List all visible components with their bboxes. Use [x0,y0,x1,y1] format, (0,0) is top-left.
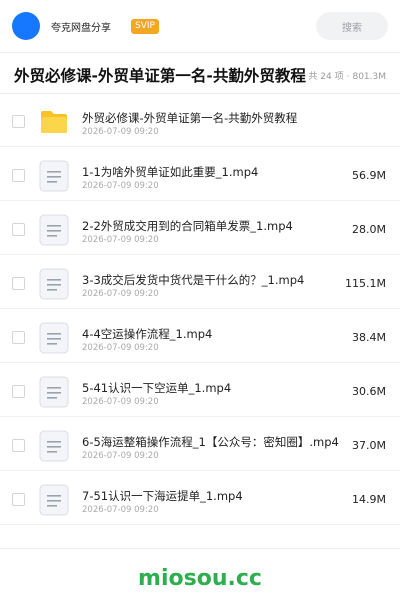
footer-divider [0,548,400,549]
file-icon [39,322,69,354]
file-icon [39,376,69,408]
select-checkbox[interactable] [12,385,25,398]
select-checkbox[interactable] [12,439,25,452]
select-checkbox[interactable] [12,493,25,506]
file-size: 56.9M [352,169,386,182]
page-title: 外贸必修课-外贸单证第一名-共勤外贸教程 [14,67,306,85]
share-page: 夸克网盘分享 SVIP 搜索 外贸必修课-外贸单证第一名-共勤外贸教程 共 24… [0,0,400,600]
folder-summary: 共 24 项 · 801.3M [308,69,386,82]
search-placeholder: 搜索 [342,22,362,34]
file-name: 5-41认识一下空运单_1.mp4 [82,381,232,395]
file-date: 2026-07-09 09:20 [82,451,159,461]
folder-icon [41,111,67,133]
file-list: 外贸必修课-外贸单证第一名-共勤外贸教程 2026-07-09 09:20 1-… [0,93,400,525]
file-size: 30.6M [352,385,386,398]
file-name: 4-4空运操作流程_1.mp4 [82,327,213,341]
file-icon [39,214,69,246]
file-date: 2026-07-09 09:20 [82,397,159,407]
top-header: 夸克网盘分享 SVIP 搜索 [0,0,400,52]
select-checkbox[interactable] [12,169,25,182]
summary-separator: · [346,71,350,82]
search-input[interactable]: 搜索 [316,12,388,40]
file-icon [39,484,69,516]
list-item-file[interactable]: 6-5海运整箱操作流程_1【公众号：密知圈】.mp4 2026-07-09 09… [0,417,400,471]
brand-name: 夸克网盘分享 [51,22,111,34]
file-size: 115.1M [345,277,386,290]
select-checkbox[interactable] [12,331,25,344]
watermark: miosou.cc [138,566,262,591]
user-avatar-icon[interactable] [12,12,40,40]
select-checkbox[interactable] [12,115,25,128]
file-date: 2026-07-09 09:20 [82,127,159,137]
total-size: 801.3M [352,71,386,82]
file-date: 2026-07-09 09:20 [82,235,159,245]
folder-title-bar: 外贸必修课-外贸单证第一名-共勤外贸教程 共 24 项 · 801.3M [0,57,400,93]
file-size: 14.9M [352,493,386,506]
file-date: 2026-07-09 09:20 [82,505,159,515]
file-name: 1-1为啥外贸单证如此重要_1.mp4 [82,165,259,179]
file-name: 外贸必修课-外贸单证第一名-共勤外贸教程 [82,111,298,125]
file-date: 2026-07-09 09:20 [82,289,159,299]
file-name: 6-5海运整箱操作流程_1【公众号：密知圈】.mp4 [82,435,339,449]
file-size: 37.0M [352,439,386,452]
item-count: 共 24 项 [308,71,344,82]
select-checkbox[interactable] [12,223,25,236]
file-name: 7-51认识一下海运提单_1.mp4 [82,489,243,503]
list-item-folder[interactable]: 外贸必修课-外贸单证第一名-共勤外贸教程 2026-07-09 09:20 [0,93,400,147]
file-name: 2-2外贸成交用到的合同箱单发票_1.mp4 [82,219,293,233]
select-checkbox[interactable] [12,277,25,290]
file-date: 2026-07-09 09:20 [82,181,159,191]
list-item-file[interactable]: 1-1为啥外贸单证如此重要_1.mp4 2026-07-09 09:20 56.… [0,147,400,201]
file-name: 3-3成交后发货中货代是干什么的？_1.mp4 [82,273,305,287]
header-divider [0,52,400,53]
file-icon [39,430,69,462]
list-item-file[interactable]: 2-2外贸成交用到的合同箱单发票_1.mp4 2026-07-09 09:20 … [0,201,400,255]
file-size: 38.4M [352,331,386,344]
list-item-file[interactable]: 5-41认识一下空运单_1.mp4 2026-07-09 09:20 30.6M [0,363,400,417]
file-icon [39,160,69,192]
file-date: 2026-07-09 09:20 [82,343,159,353]
list-item-file[interactable]: 4-4空运操作流程_1.mp4 2026-07-09 09:20 38.4M [0,309,400,363]
file-size: 28.0M [352,223,386,236]
list-item-file[interactable]: 7-51认识一下海运提单_1.mp4 2026-07-09 09:20 14.9… [0,471,400,525]
file-icon [39,268,69,300]
svip-badge: SVIP [131,18,159,34]
list-item-file[interactable]: 3-3成交后发货中货代是干什么的？_1.mp4 2026-07-09 09:20… [0,255,400,309]
